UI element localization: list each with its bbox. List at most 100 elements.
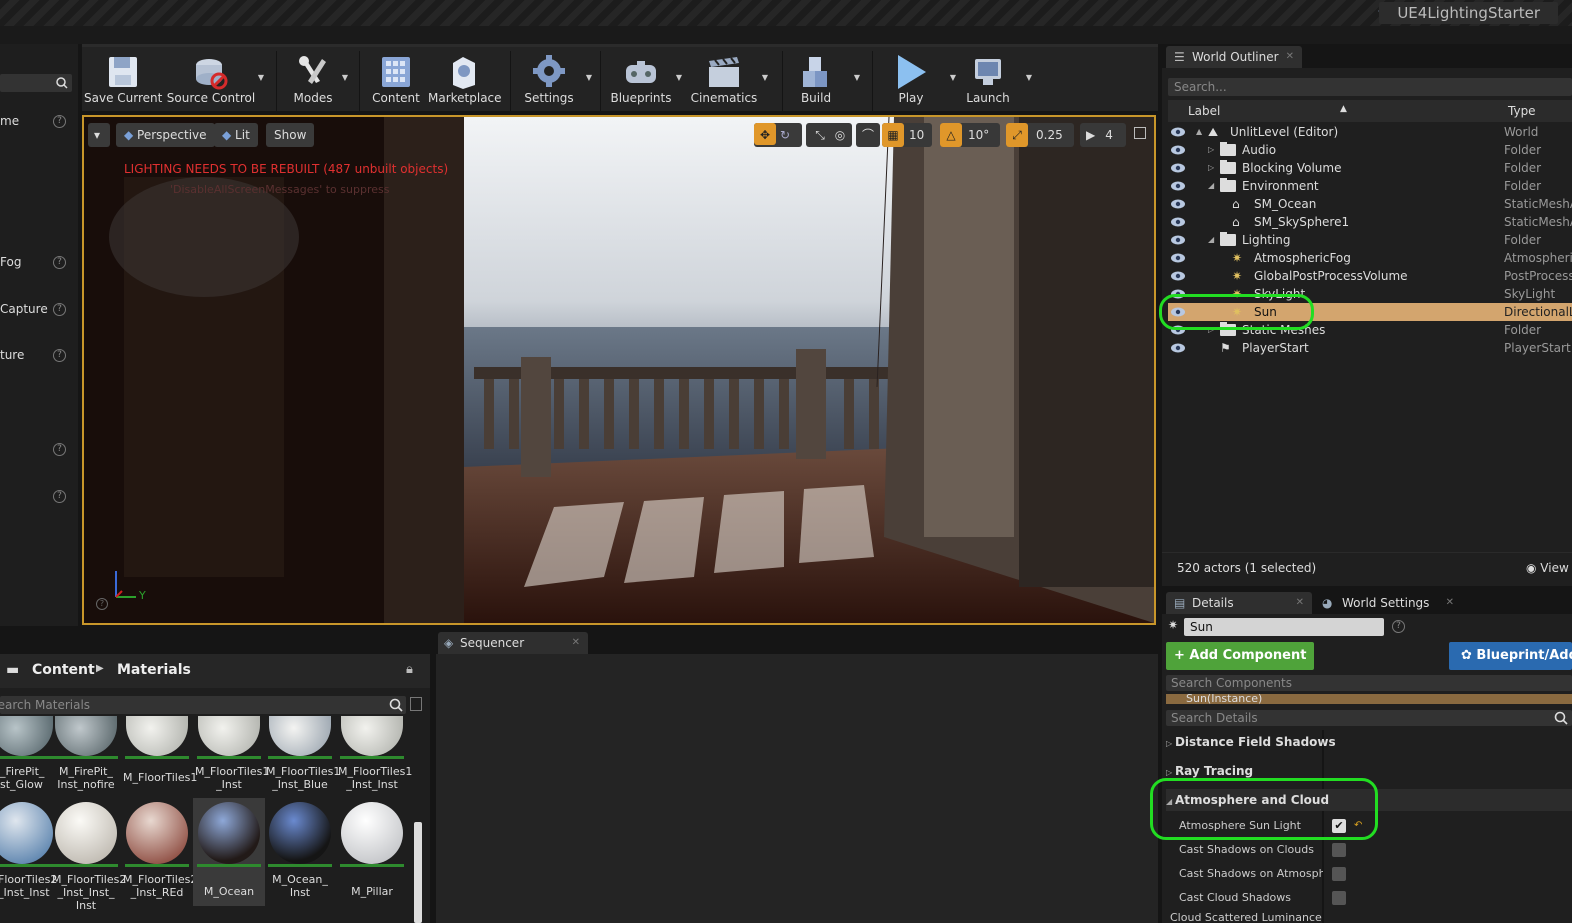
asset-tile-selected[interactable]: M_Ocean	[193, 798, 265, 906]
expand-arrow-icon[interactable]: ▲	[1196, 123, 1202, 141]
asset-tile[interactable]: M_FloorTiles2 _Inst_REd	[123, 802, 197, 899]
object-name-field[interactable]: Sun	[1184, 618, 1384, 636]
modes-item[interactable]: Capture	[0, 302, 48, 316]
rotation-snap[interactable]: △ 10°	[940, 123, 1000, 147]
help-icon[interactable]: ?	[53, 303, 66, 316]
translate-icon[interactable]: ✥	[754, 123, 776, 145]
blueprints-button[interactable]: Blueprints ▼	[606, 47, 682, 114]
modes-search-input[interactable]	[0, 74, 72, 92]
outliner-row[interactable]: ✷ AtmosphericFog AtmosphericFog	[1168, 249, 1572, 267]
checkbox-cast-shadows-on-clouds[interactable]	[1332, 843, 1346, 857]
expand-arrow-icon[interactable]: ▷	[1208, 141, 1214, 159]
search-details-input[interactable]: Search Details	[1166, 710, 1572, 726]
outliner-row[interactable]: ⌂ SM_Ocean StaticMeshActor	[1168, 195, 1572, 213]
help-icon[interactable]: ?	[1392, 620, 1405, 633]
scale-snap[interactable]: ⤢ 0.25	[1006, 123, 1074, 147]
marketplace-button[interactable]: Marketplace	[428, 47, 502, 114]
column-type[interactable]: Type	[1508, 100, 1536, 122]
outliner-row[interactable]: ▷ Audio Folder	[1168, 141, 1572, 159]
eye-icon[interactable]	[1171, 199, 1185, 209]
lit-button[interactable]: ◆ Lit	[214, 123, 258, 147]
asset-tile[interactable]: M_FirePit_ Inst_nofire	[52, 716, 120, 791]
view-options-button[interactable]: ◉ View Options	[1526, 553, 1572, 583]
asset-tile[interactable]: M_Ocean_ Inst	[266, 802, 334, 899]
category-distance-field-shadows[interactable]: ▷ Distance Field Shadows	[1166, 731, 1572, 753]
build-button[interactable]: Build ▼	[788, 47, 860, 114]
outliner-row[interactable]: ▲ ⛰ UnlitLevel (Editor) World	[1168, 123, 1572, 141]
chevron-down-icon[interactable]: ▼	[676, 73, 682, 82]
chevron-down-icon[interactable]: ▼	[258, 73, 264, 82]
component-instance-row[interactable]: Sun(Instance)	[1166, 694, 1572, 704]
breadcrumb-materials[interactable]: Materials	[117, 662, 191, 678]
outliner-search-input[interactable]: Search...	[1168, 78, 1572, 96]
eye-icon[interactable]	[1171, 343, 1185, 353]
tab-details[interactable]: ▤ Details ✕	[1166, 592, 1312, 614]
help-icon[interactable]: ?	[53, 490, 66, 503]
help-icon[interactable]: ?	[53, 349, 66, 362]
perspective-button[interactable]: ◆ Perspective	[116, 123, 215, 147]
grid-snap[interactable]: ▦ 10	[882, 123, 932, 147]
play-button[interactable]: Play ▼	[882, 47, 956, 114]
search-components-input[interactable]: Search Components	[1166, 675, 1572, 691]
chevron-down-icon[interactable]: ▼	[586, 73, 592, 82]
eye-icon[interactable]	[1171, 181, 1185, 191]
camera-speed[interactable]: ▶ 4	[1080, 123, 1126, 147]
settings-button[interactable]: Settings ▼	[516, 47, 592, 114]
level-viewport[interactable]: ▾ ◆ Perspective ◆ Lit Show ✥ ↻ ⤡ ◎ ⌒ ▦ 10 …	[82, 115, 1156, 625]
chevron-down-icon[interactable]: ▼	[950, 73, 956, 82]
asset-tile[interactable]: M_FloorTiles1 _Inst_Inst	[338, 716, 412, 791]
eye-icon[interactable]	[1171, 253, 1185, 263]
close-icon[interactable]: ✕	[1446, 592, 1454, 614]
asset-tile[interactable]: M_FloorTiles2 _Inst_Inst_ Inst	[52, 802, 126, 912]
asset-tile[interactable]: M_FloorTiles1 _Inst	[195, 716, 269, 791]
grid-icon[interactable]: ▦	[882, 123, 904, 147]
scale-snap-icon[interactable]: ⤢	[1006, 123, 1028, 147]
sort-ascending-icon[interactable]: ▲	[1340, 98, 1347, 120]
materials-search-input[interactable]: Search Materials	[0, 696, 406, 714]
tab-world-outliner[interactable]: ☰ World Outliner ✕	[1166, 46, 1302, 68]
asset-tile[interactable]: M_Pillar	[338, 802, 406, 898]
checkbox-cast-shadows-on-atmosphere[interactable]	[1332, 867, 1346, 881]
modes-item[interactable]: me	[0, 114, 19, 128]
cinematics-button[interactable]: Cinematics ▼	[686, 47, 768, 114]
angle-icon[interactable]: △	[940, 123, 962, 147]
tab-sequencer[interactable]: ◈ Sequencer ✕	[438, 632, 588, 654]
save-search-icon[interactable]	[410, 697, 422, 711]
lock-icon[interactable]: 🔒︎	[406, 662, 413, 677]
source-control-button[interactable]: Source Control ▼	[166, 47, 264, 114]
chevron-down-icon[interactable]: ▼	[762, 73, 768, 82]
blueprint-add-script-button[interactable]: ✿ Blueprint/Add Script	[1449, 642, 1572, 670]
transform-tools[interactable]: ✥ ↻	[754, 123, 802, 147]
asset-tile[interactable]: M_FloorTiles1 _Inst_Blue	[266, 716, 340, 791]
expand-arrow-icon[interactable]: ◢	[1208, 177, 1214, 195]
breadcrumb-separator-icon[interactable]: ▶	[96, 663, 104, 674]
folder-icon[interactable]: ▬	[6, 662, 19, 678]
modes-item[interactable]: ture	[0, 348, 24, 362]
eye-icon[interactable]	[1171, 271, 1185, 281]
help-icon[interactable]: ?	[53, 115, 66, 128]
outliner-row[interactable]: ✷ GlobalPostProcessVolume PostProcessVolum…	[1168, 267, 1572, 285]
checkbox-cast-cloud-shadows[interactable]	[1332, 891, 1346, 905]
outliner-row[interactable]: ⌂ SM_SkySphere1 StaticMeshActor	[1168, 213, 1572, 231]
outliner-row[interactable]: ▷ Blocking Volume Folder	[1168, 159, 1572, 177]
launch-button[interactable]: Launch ▼	[958, 47, 1032, 114]
maximize-viewport-icon[interactable]	[1134, 127, 1146, 139]
help-icon[interactable]: ?	[53, 256, 66, 269]
breadcrumb-content[interactable]: Content	[32, 662, 95, 678]
help-icon[interactable]: ?	[96, 598, 108, 610]
asset-tile[interactable]: FloorTiles2 _Inst_Inst	[0, 802, 57, 899]
close-icon[interactable]: ✕	[1286, 46, 1294, 68]
chevron-down-icon[interactable]: ▼	[342, 73, 348, 82]
close-icon[interactable]: ✕	[572, 632, 580, 654]
project-name[interactable]: UE4LightingStarter	[1379, 2, 1558, 24]
eye-icon[interactable]	[1171, 127, 1185, 137]
eye-icon[interactable]	[1171, 217, 1185, 227]
add-component-button[interactable]: + Add Component ▼	[1166, 642, 1314, 690]
eye-icon[interactable]	[1171, 235, 1185, 245]
modes-button[interactable]: Modes ▼	[282, 47, 348, 114]
eye-icon[interactable]	[1171, 163, 1185, 173]
rotate-icon[interactable]: ↻	[776, 128, 790, 142]
asset-tile[interactable]: M_FloorTiles1	[123, 716, 197, 784]
viewport-options-button[interactable]: ▾	[88, 123, 110, 147]
content-scrollbar[interactable]	[414, 822, 422, 923]
